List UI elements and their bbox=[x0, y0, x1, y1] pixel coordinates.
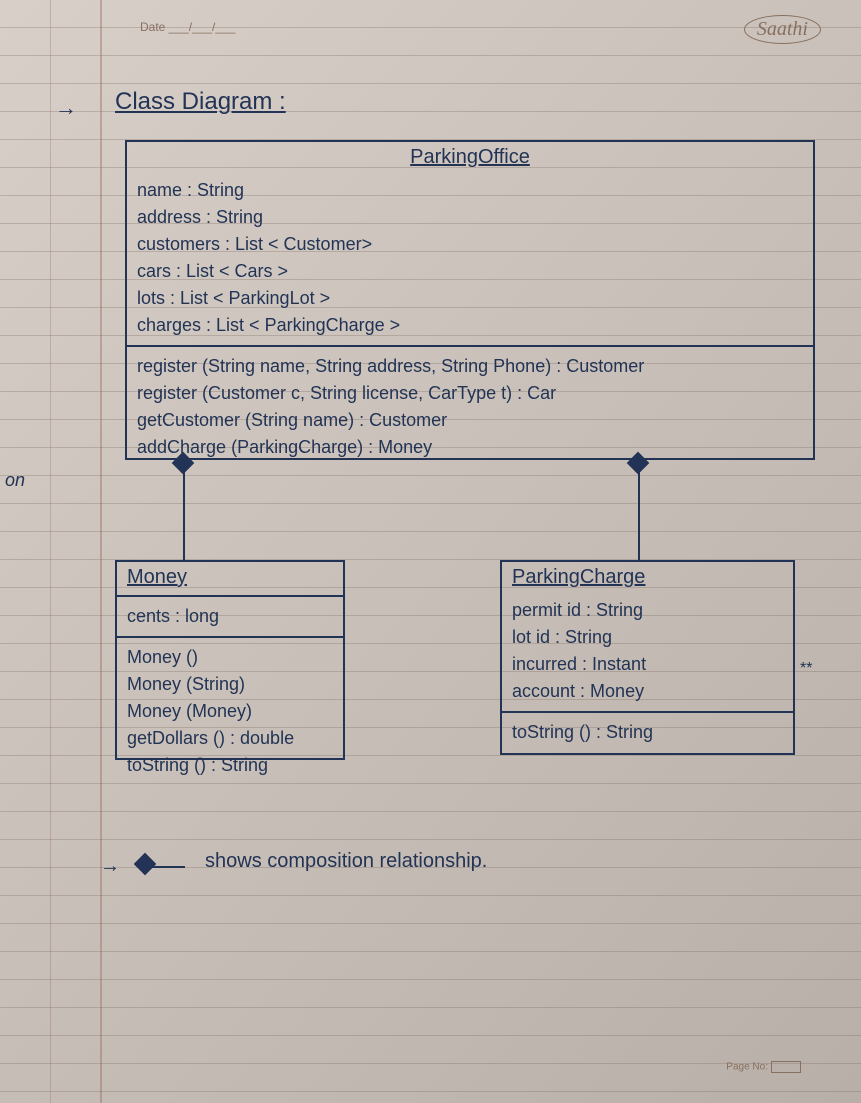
method-row: register (String name, String address, S… bbox=[137, 353, 803, 380]
attribute-row: lot id : String bbox=[512, 624, 783, 651]
page-number-label: Page No: bbox=[726, 1061, 801, 1073]
class-title-parking-charge: ParkingCharge bbox=[502, 562, 793, 593]
method-row: addCharge (ParkingCharge) : Money bbox=[137, 434, 803, 461]
footnote-marker: ** bbox=[800, 660, 812, 678]
class-methods-parking-charge: toString () : String bbox=[502, 715, 793, 750]
edge-cutoff-text: on bbox=[5, 470, 25, 491]
method-row: Money (String) bbox=[127, 671, 333, 698]
class-methods-parking-office: register (String name, String address, S… bbox=[127, 349, 813, 465]
class-divider bbox=[502, 711, 793, 713]
attribute-row: customers : List < Customer> bbox=[137, 231, 803, 258]
date-label: Date ___/___/___ bbox=[140, 20, 235, 34]
class-title-money: Money bbox=[117, 562, 343, 593]
class-methods-money: Money () Money (String) Money (Money) ge… bbox=[117, 640, 343, 783]
method-row: Money () bbox=[127, 644, 333, 671]
legend-line bbox=[145, 866, 185, 868]
attribute-row: account : Money bbox=[512, 678, 783, 705]
arrow-icon: → bbox=[55, 95, 77, 121]
attribute-row: address : String bbox=[137, 204, 803, 231]
class-money: Money cents : long Money () Money (Strin… bbox=[115, 560, 345, 760]
margin-line-inner bbox=[50, 0, 51, 1103]
method-row: register (Customer c, String license, Ca… bbox=[137, 380, 803, 407]
margin-line bbox=[100, 0, 102, 1103]
class-parking-charge: ParkingCharge permit id : String lot id … bbox=[500, 560, 795, 755]
arrow-icon: → bbox=[100, 855, 120, 878]
class-attributes-parking-office: name : String address : String customers… bbox=[127, 173, 813, 343]
method-row: toString () : String bbox=[127, 752, 333, 779]
brand-logo: Saathi bbox=[744, 15, 821, 44]
class-divider bbox=[117, 636, 343, 638]
page-title: Class Diagram : bbox=[115, 88, 286, 116]
method-row: Money (Money) bbox=[127, 698, 333, 725]
connector-line bbox=[183, 471, 185, 560]
legend-text: shows composition relationship. bbox=[205, 850, 487, 873]
class-divider bbox=[117, 595, 343, 597]
class-attributes-money: cents : long bbox=[117, 599, 343, 634]
attribute-row: incurred : Instant bbox=[512, 651, 783, 678]
attribute-row: charges : List < ParkingCharge > bbox=[137, 312, 803, 339]
attribute-row: permit id : String bbox=[512, 597, 783, 624]
class-title-parking-office: ParkingOffice bbox=[127, 142, 813, 173]
attribute-row: name : String bbox=[137, 177, 803, 204]
attribute-row: cents : long bbox=[127, 603, 333, 630]
method-row: toString () : String bbox=[512, 719, 783, 746]
method-row: getCustomer (String name) : Customer bbox=[137, 407, 803, 434]
attribute-row: lots : List < ParkingLot > bbox=[137, 285, 803, 312]
class-divider bbox=[127, 345, 813, 347]
method-row: getDollars () : double bbox=[127, 725, 333, 752]
composition-diamond-icon bbox=[134, 853, 157, 876]
class-parking-office: ParkingOffice name : String address : St… bbox=[125, 140, 815, 460]
connector-line bbox=[638, 471, 640, 560]
attribute-row: cars : List < Cars > bbox=[137, 258, 803, 285]
class-attributes-parking-charge: permit id : String lot id : String incur… bbox=[502, 593, 793, 709]
